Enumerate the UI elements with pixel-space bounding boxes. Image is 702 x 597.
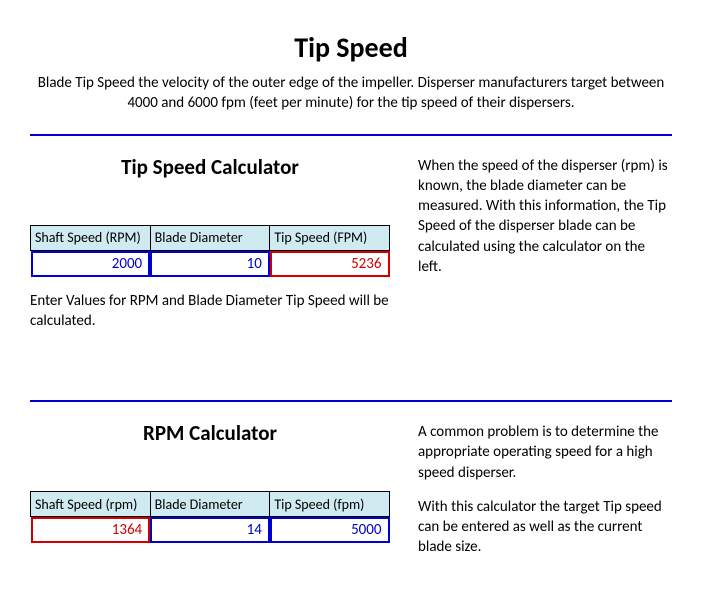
page-title: Tip Speed bbox=[30, 30, 672, 65]
tip-speed-heading: Tip Speed Calculator bbox=[30, 154, 390, 180]
tip-speed-output: 5236 bbox=[270, 251, 390, 277]
blade-diameter-input[interactable] bbox=[158, 255, 262, 273]
rpm-desc-p1: A common problem is to determine the app… bbox=[418, 422, 672, 483]
section-divider bbox=[30, 400, 672, 402]
tip-speed-section: Tip Speed Calculator Shaft Speed (RPM) B… bbox=[30, 154, 672, 347]
col-shaft-speed: Shaft Speed (rpm) bbox=[31, 492, 151, 517]
tip-speed-caption: Enter Values for RPM and Blade Diameter … bbox=[30, 291, 390, 332]
rpm-left: RPM Calculator Shaft Speed (rpm) Blade D… bbox=[30, 420, 390, 543]
page-content: Tip Speed Blade Tip Speed the velocity o… bbox=[0, 0, 702, 597]
shaft-speed-output: 1364 bbox=[31, 517, 151, 543]
col-tip-speed: Tip Speed (FPM) bbox=[270, 225, 390, 250]
rpm-desc-p2: With this calculator the target Tip spee… bbox=[418, 497, 672, 558]
rpm-description: A common problem is to determine the app… bbox=[418, 420, 672, 558]
col-blade-diameter: Blade Diameter bbox=[150, 492, 270, 517]
tip-speed-value: 5236 bbox=[351, 255, 381, 273]
col-tip-speed: Tip Speed (fpm) bbox=[270, 492, 390, 517]
rpm-heading: RPM Calculator bbox=[30, 420, 390, 446]
shaft-speed-value: 1364 bbox=[112, 521, 142, 539]
tip-speed-left: Tip Speed Calculator Shaft Speed (RPM) B… bbox=[30, 154, 390, 347]
rpm-table: Shaft Speed (rpm) Blade Diameter Tip Spe… bbox=[30, 491, 390, 543]
blade-diameter-input[interactable] bbox=[158, 521, 262, 539]
tip-speed-cell bbox=[270, 517, 390, 543]
section-spacer bbox=[30, 360, 672, 390]
rpm-section: RPM Calculator Shaft Speed (rpm) Blade D… bbox=[30, 420, 672, 558]
section-divider bbox=[30, 134, 672, 136]
tip-speed-table: Shaft Speed (RPM) Blade Diameter Tip Spe… bbox=[30, 225, 390, 277]
shaft-speed-cell bbox=[31, 251, 151, 277]
col-shaft-speed: Shaft Speed (RPM) bbox=[31, 225, 151, 250]
col-blade-diameter: Blade Diameter bbox=[150, 225, 270, 250]
tip-speed-input[interactable] bbox=[278, 521, 382, 539]
blade-diameter-cell bbox=[150, 251, 270, 277]
page-viewport[interactable]: Tip Speed Blade Tip Speed the velocity o… bbox=[0, 0, 702, 597]
shaft-speed-input[interactable] bbox=[39, 255, 143, 273]
blade-diameter-cell bbox=[150, 517, 270, 543]
tip-speed-description: When the speed of the disperser (rpm) is… bbox=[418, 154, 672, 278]
page-intro: Blade Tip Speed the velocity of the oute… bbox=[30, 73, 672, 114]
